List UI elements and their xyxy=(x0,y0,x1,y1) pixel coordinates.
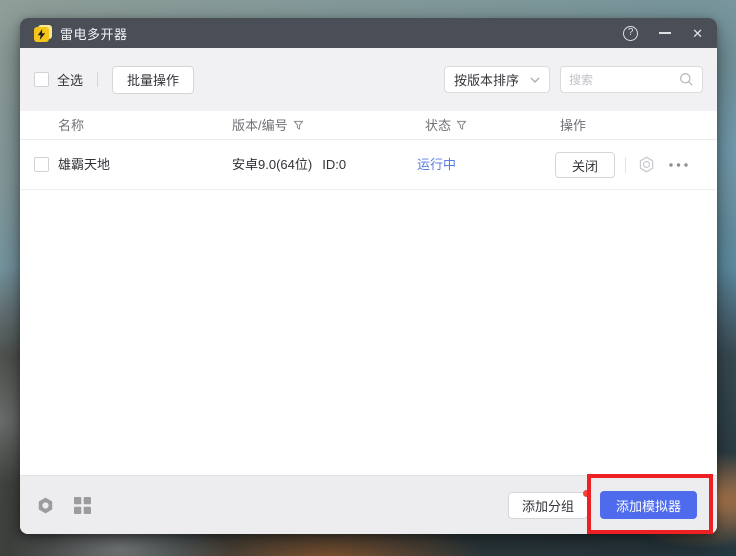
sort-dropdown-value: 按版本排序 xyxy=(454,70,519,89)
desktop-wallpaper: 雷电多开器 ? ✕ 全选 批量操作 按版本排序 xyxy=(0,0,736,556)
table-header: 名称 版本/编号 状态 操作 xyxy=(20,111,717,140)
sort-dropdown[interactable]: 按版本排序 xyxy=(444,66,550,93)
table-row: 雄霸天地 安卓9.0(64位) ID:0 运行中 关闭 xyxy=(20,140,717,190)
window-title: 雷电多开器 xyxy=(60,24,128,43)
instance-settings-icon[interactable] xyxy=(637,155,656,174)
toolbar-divider xyxy=(97,72,98,87)
search-input[interactable] xyxy=(569,73,679,87)
app-window: 雷电多开器 ? ✕ 全选 批量操作 按版本排序 xyxy=(20,18,717,534)
row-actions-divider xyxy=(625,157,626,173)
add-group-button[interactable]: 添加分组 xyxy=(508,492,588,519)
close-instance-button[interactable]: 关闭 xyxy=(555,152,615,178)
status-badge: 运行中 xyxy=(417,140,456,190)
column-header-status: 状态 xyxy=(425,111,467,140)
batch-operations-button[interactable]: 批量操作 xyxy=(112,66,194,94)
list-empty-area xyxy=(20,190,717,475)
instance-name: 雄霸天地 xyxy=(58,140,110,190)
minimize-icon[interactable] xyxy=(659,27,671,40)
column-header-version: 版本/编号 xyxy=(232,111,304,140)
chevron-down-icon xyxy=(530,77,540,83)
row-checkbox[interactable] xyxy=(34,157,49,172)
column-header-name: 名称 xyxy=(58,111,84,140)
search-box xyxy=(560,66,703,93)
select-all-checkbox[interactable] xyxy=(34,72,49,87)
select-all-label[interactable]: 全选 xyxy=(57,70,83,89)
close-icon[interactable]: ✕ xyxy=(692,26,703,41)
add-group-label: 添加分组 xyxy=(522,496,574,515)
filter-icon[interactable] xyxy=(456,120,467,131)
notification-dot xyxy=(583,490,590,497)
app-logo-icon xyxy=(34,25,52,42)
column-header-operations: 操作 xyxy=(560,111,586,140)
add-emulator-button[interactable]: 添加模拟器 xyxy=(600,491,697,519)
lightning-bolt-icon xyxy=(37,29,46,40)
group-grid-icon[interactable] xyxy=(74,497,91,514)
more-actions-icon[interactable] xyxy=(668,162,689,168)
instance-version: 安卓9.0(64位) ID:0 xyxy=(232,140,346,190)
toolbar: 全选 批量操作 按版本排序 xyxy=(20,48,717,111)
instance-id: ID:0 xyxy=(322,140,346,190)
filter-icon[interactable] xyxy=(293,120,304,131)
settings-gear-icon[interactable] xyxy=(36,496,55,515)
search-icon[interactable] xyxy=(679,72,694,87)
footer-bar: 添加分组 添加模拟器 xyxy=(20,475,717,534)
help-icon[interactable]: ? xyxy=(623,26,638,41)
titlebar: 雷电多开器 ? ✕ xyxy=(20,18,717,48)
